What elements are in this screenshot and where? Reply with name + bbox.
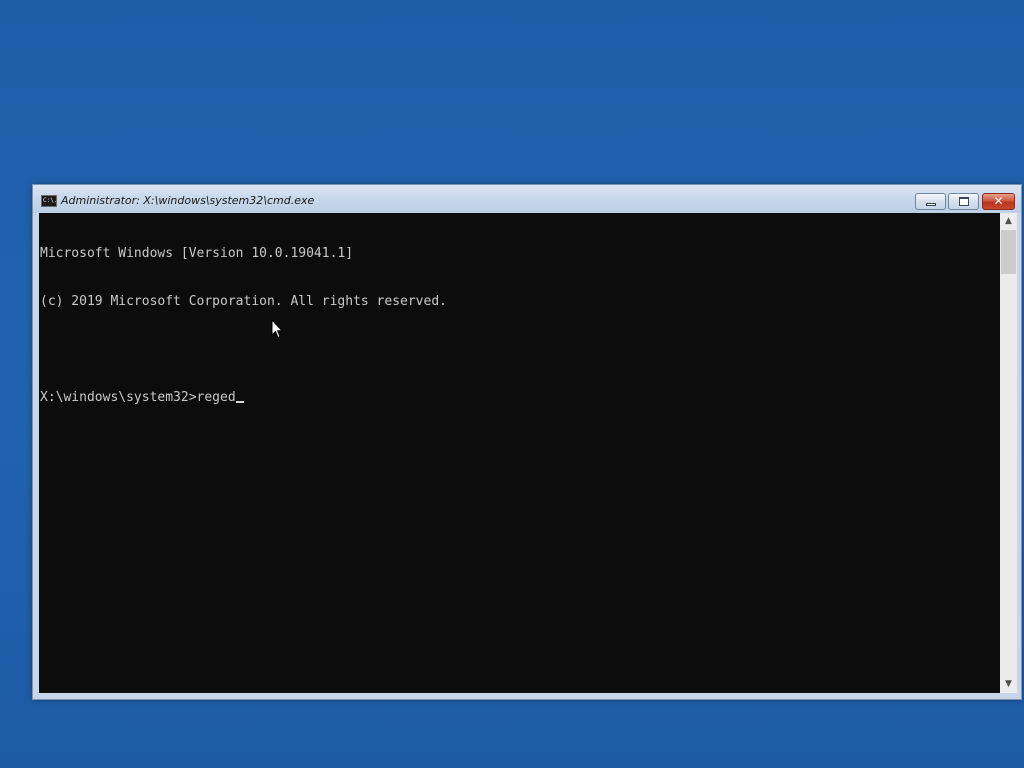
scroll-up-arrow-icon[interactable]: ▲: [1000, 213, 1017, 230]
console-output[interactable]: Microsoft Windows [Version 10.0.19041.1]…: [39, 213, 1000, 693]
title-bar[interactable]: C:\. Administrator: X:\windows\system32\…: [33, 185, 1021, 213]
cmd-window[interactable]: C:\. Administrator: X:\windows\system32\…: [32, 184, 1022, 700]
restore-icon: [959, 197, 969, 206]
console-line: Microsoft Windows [Version 10.0.19041.1]: [40, 246, 354, 261]
text-cursor: [235, 401, 244, 403]
minimize-button[interactable]: [915, 193, 946, 210]
close-button[interactable]: ✕: [982, 193, 1015, 210]
mouse-pointer-icon: [271, 319, 283, 339]
vertical-scrollbar[interactable]: ▲ ▼: [1000, 213, 1017, 693]
console-command: X:\windows\system32>reged: [40, 390, 236, 405]
scroll-down-arrow-icon[interactable]: ▼: [1000, 676, 1017, 693]
maximize-button[interactable]: [948, 193, 979, 210]
window-title: Administrator: X:\windows\system32\cmd.e…: [61, 194, 315, 207]
console-prompt-line[interactable]: X:\windows\system32>reged: [40, 390, 447, 406]
close-icon: ✕: [993, 194, 1004, 208]
cmd-icon[interactable]: C:\.: [41, 195, 57, 207]
console-line: (c) 2019 Microsoft Corporation. All righ…: [40, 294, 447, 309]
scroll-thumb[interactable]: [1001, 230, 1016, 274]
minimize-icon: [926, 203, 936, 206]
